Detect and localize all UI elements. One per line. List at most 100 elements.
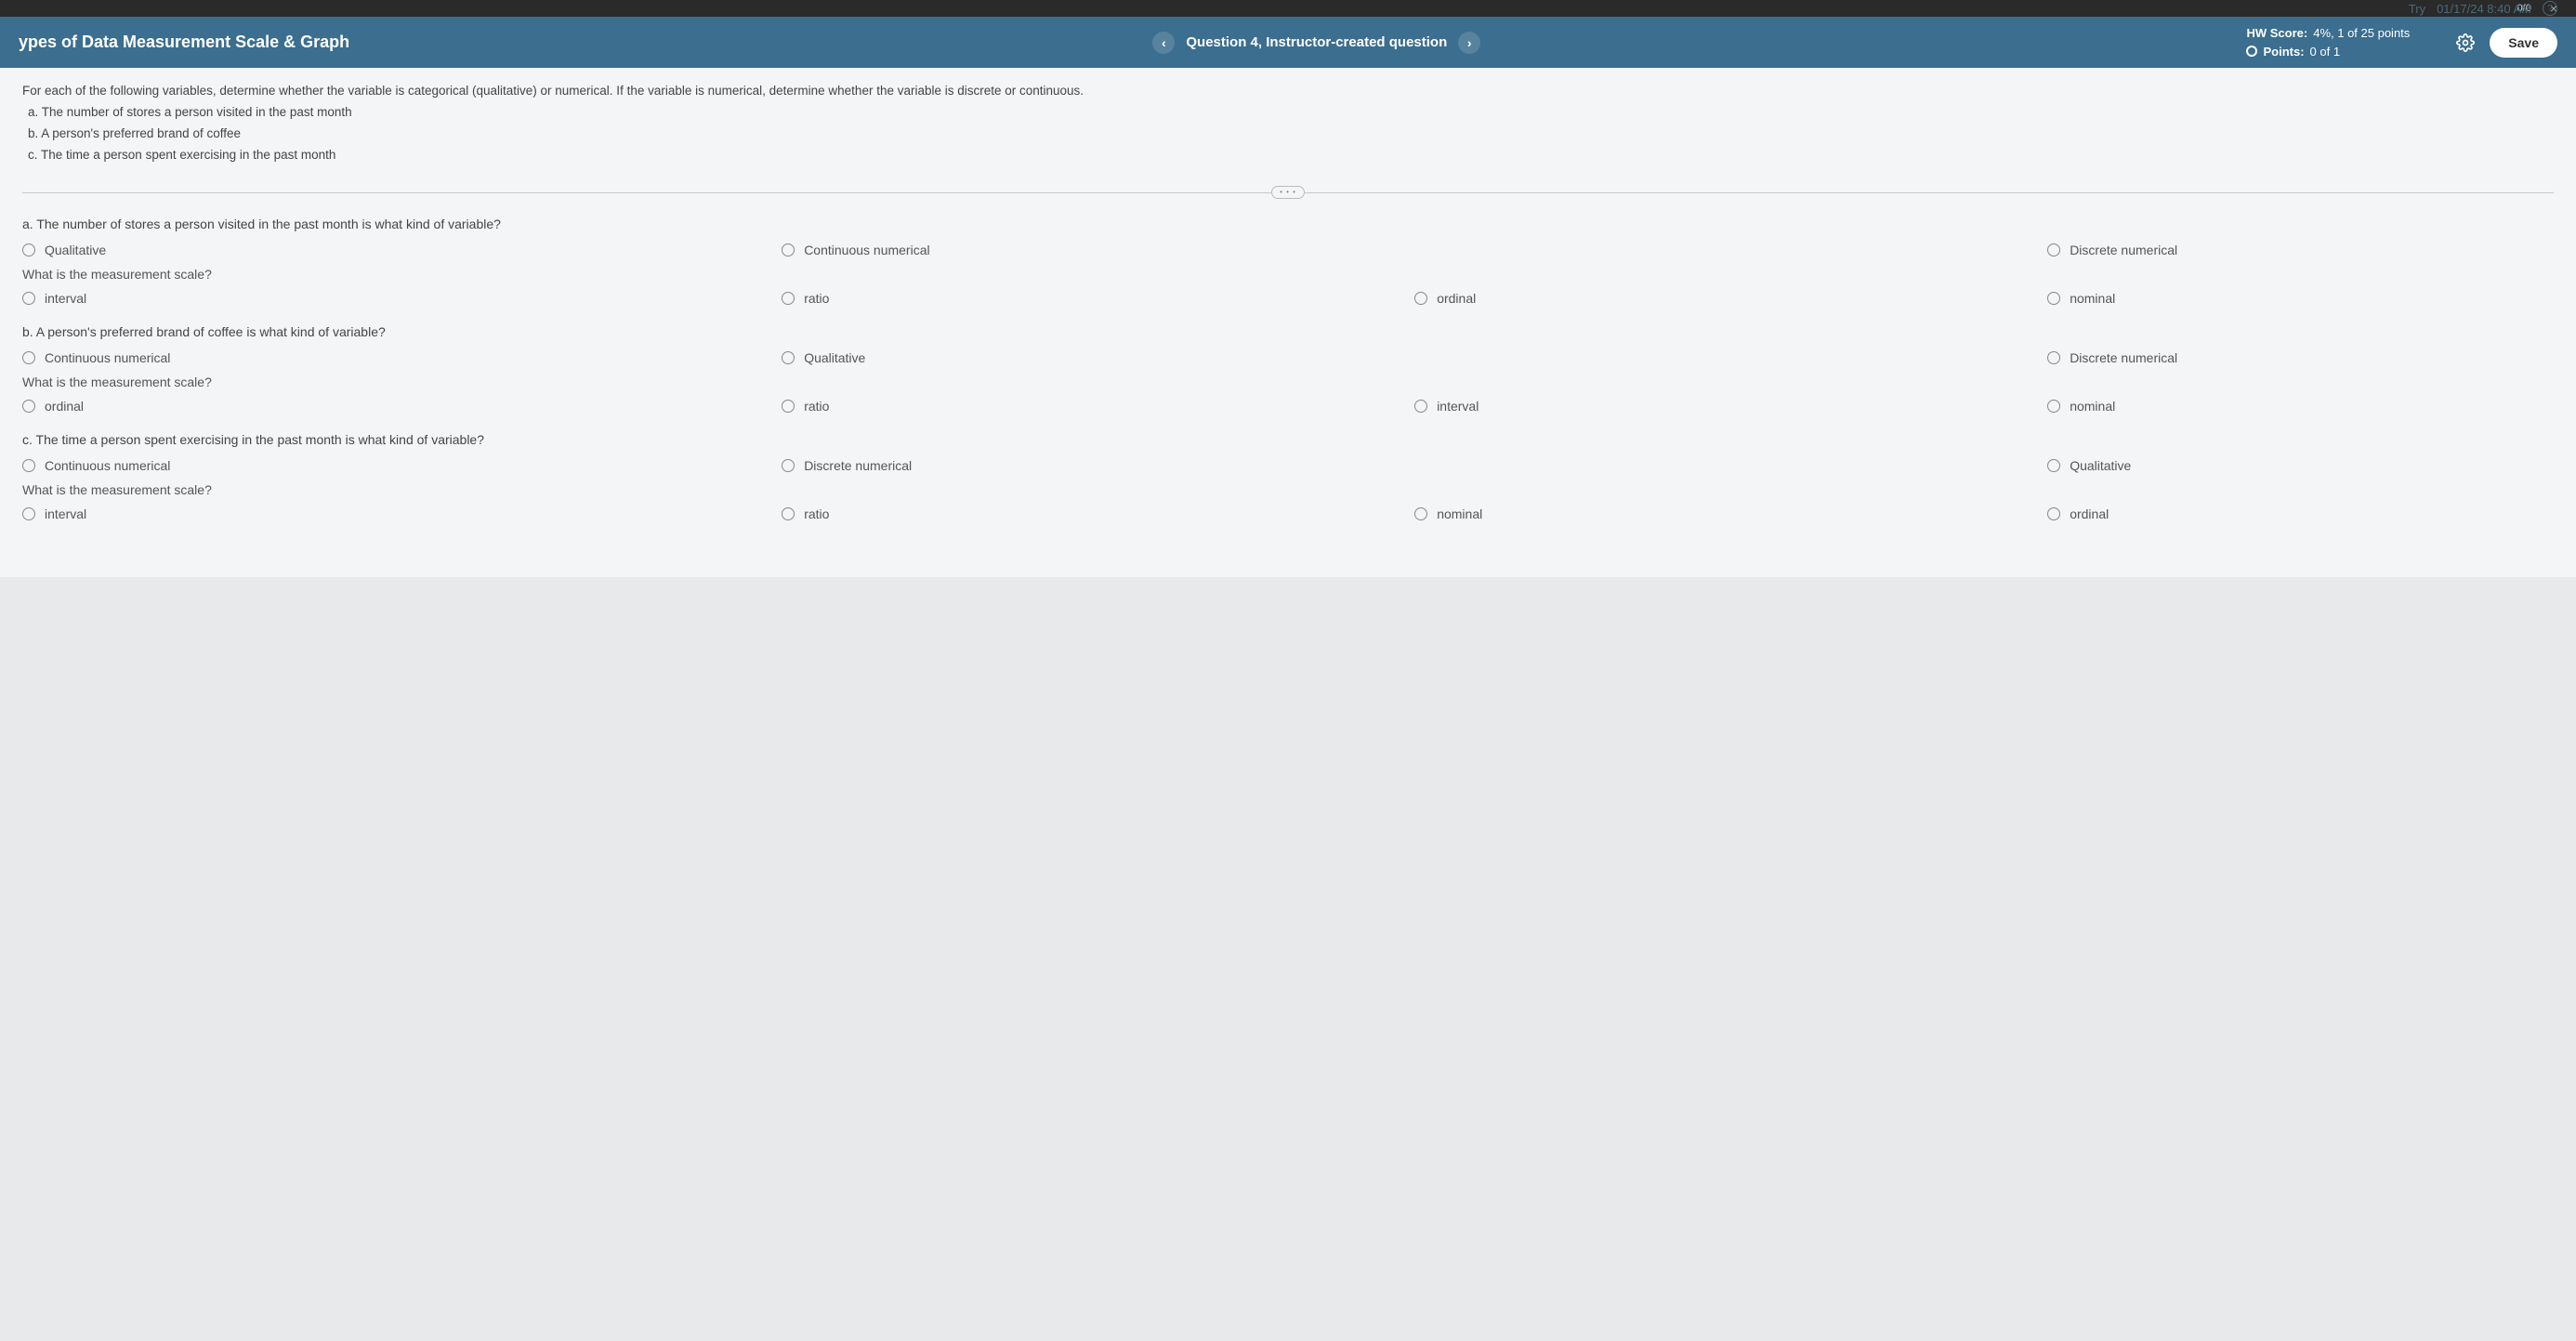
divider-handle[interactable]: • • • — [1271, 186, 1305, 199]
radio-icon — [782, 351, 795, 364]
qb-scale-ordinal[interactable]: ordinal — [22, 399, 782, 414]
instructions-main: For each of the following variables, det… — [22, 81, 2554, 102]
try-label: Try — [2409, 2, 2425, 16]
score-block: HW Score: 4%, 1 of 25 points Points: 0 o… — [2246, 24, 2438, 60]
option-label: interval — [1437, 399, 1479, 414]
radio-icon — [2047, 292, 2060, 305]
qa-opt-continuous[interactable]: Continuous numerical — [782, 243, 1414, 257]
option-label: Discrete numerical — [804, 458, 912, 473]
radio-icon — [782, 292, 795, 305]
question-a: a. The number of stores a person visited… — [22, 217, 2554, 306]
question-c: c. The time a person spent exercising in… — [22, 432, 2554, 521]
option-label: Discrete numerical — [2070, 243, 2177, 257]
radio-icon — [22, 507, 35, 520]
save-button[interactable]: Save — [2490, 28, 2557, 58]
radio-icon — [1414, 292, 1427, 305]
next-question-button[interactable]: › — [1458, 32, 1480, 54]
top-strip: 0/0 × — [0, 0, 2576, 17]
points-value: 0 of 1 — [2310, 43, 2341, 61]
radio-icon — [2047, 351, 2060, 364]
qc-prompt: c. The time a person spent exercising in… — [22, 432, 2554, 447]
qc-opt-continuous[interactable]: Continuous numerical — [22, 458, 782, 473]
option-label: Continuous numerical — [45, 458, 170, 473]
qa-prompt: a. The number of stores a person visited… — [22, 217, 2554, 231]
qc-opt-discrete[interactable]: Discrete numerical — [782, 458, 1414, 473]
option-label: nominal — [2070, 399, 2115, 414]
qb-opt-continuous[interactable]: Continuous numerical — [22, 350, 782, 365]
option-label: ratio — [804, 506, 829, 521]
instructions-c: c. The time a person spent exercising in… — [22, 145, 2554, 166]
option-label: ratio — [804, 399, 829, 414]
radio-icon — [22, 400, 35, 413]
radio-icon — [2047, 400, 2060, 413]
qb-scale-prompt: What is the measurement scale? — [22, 375, 2554, 389]
radio-icon — [782, 243, 795, 256]
qb-opt-qualitative[interactable]: Qualitative — [782, 350, 1414, 365]
qa-opt-discrete[interactable]: Discrete numerical — [2047, 243, 2554, 257]
qb-scale-interval[interactable]: interval — [1414, 399, 2047, 414]
gear-icon[interactable] — [2456, 33, 2475, 52]
qa-scale-nominal[interactable]: nominal — [2047, 291, 2554, 306]
qc-scale-ratio[interactable]: ratio — [782, 506, 1414, 521]
option-label: Continuous numerical — [45, 350, 170, 365]
qc-opt-qualitative[interactable]: Qualitative — [2047, 458, 2554, 473]
radio-icon — [2047, 507, 2060, 520]
option-label: Discrete numerical — [2070, 350, 2177, 365]
divider: • • • — [22, 181, 2554, 204]
qa-scale-prompt: What is the measurement scale? — [22, 267, 2554, 282]
option-label: nominal — [2070, 291, 2115, 306]
points-status-icon — [2246, 46, 2257, 57]
radio-icon — [22, 459, 35, 472]
top-right-meta: Try 01/17/24 8:40 AM ? — [2409, 0, 2557, 17]
qb-prompt: b. A person's preferred brand of coffee … — [22, 324, 2554, 339]
qb-scale-nominal[interactable]: nominal — [2047, 399, 2554, 414]
help-icon[interactable]: ? — [2543, 1, 2557, 16]
question-nav: ‹ Question 4, Instructor-created questio… — [405, 32, 2228, 54]
qc-scale-interval[interactable]: interval — [22, 506, 782, 521]
qc-scale-nominal[interactable]: nominal — [1414, 506, 2047, 521]
option-label: Qualitative — [2070, 458, 2131, 473]
radio-icon — [1414, 400, 1427, 413]
option-label: Qualitative — [804, 350, 865, 365]
qa-scale-ratio[interactable]: ratio — [782, 291, 1414, 306]
header-actions: Save — [2456, 28, 2557, 58]
option-label: Continuous numerical — [804, 243, 929, 257]
qa-opt-qualitative[interactable]: Qualitative — [22, 243, 782, 257]
qa-scale-ordinal[interactable]: ordinal — [1414, 291, 2047, 306]
qc-scale-ordinal[interactable]: ordinal — [2047, 506, 2554, 521]
option-label: Qualitative — [45, 243, 106, 257]
content-area: For each of the following variables, det… — [0, 68, 2576, 577]
points-label: Points: — [2263, 43, 2304, 61]
prev-question-button[interactable]: ‹ — [1152, 32, 1175, 54]
instructions-a: a. The number of stores a person visited… — [22, 102, 2554, 124]
radio-icon — [2047, 243, 2060, 256]
option-label: nominal — [1437, 506, 1482, 521]
qb-scale-ratio[interactable]: ratio — [782, 399, 1414, 414]
hw-score-label: HW Score: — [2246, 24, 2307, 43]
radio-icon — [22, 351, 35, 364]
radio-icon — [782, 400, 795, 413]
qb-opt-discrete[interactable]: Discrete numerical — [2047, 350, 2554, 365]
qc-scale-prompt: What is the measurement scale? — [22, 482, 2554, 497]
radio-icon — [782, 459, 795, 472]
option-label: ordinal — [1437, 291, 1476, 306]
option-label: ratio — [804, 291, 829, 306]
option-label: ordinal — [45, 399, 84, 414]
option-label: interval — [45, 506, 86, 521]
instructions: For each of the following variables, det… — [22, 81, 2554, 181]
qa-scale-interval[interactable]: interval — [22, 291, 782, 306]
instructions-b: b. A person's preferred brand of coffee — [22, 124, 2554, 145]
radio-icon — [1414, 507, 1427, 520]
option-label: ordinal — [2070, 506, 2109, 521]
page-title: ypes of Data Measurement Scale & Graph — [19, 33, 387, 52]
question-label: Question 4, Instructor-created question — [1186, 34, 1447, 50]
option-label: interval — [45, 291, 86, 306]
datetime: 01/17/24 8:40 AM — [2437, 2, 2531, 16]
radio-icon — [2047, 459, 2060, 472]
radio-icon — [22, 292, 35, 305]
question-b: b. A person's preferred brand of coffee … — [22, 324, 2554, 414]
radio-icon — [22, 243, 35, 256]
hw-score-value: 4%, 1 of 25 points — [2313, 24, 2410, 43]
header-bar: ypes of Data Measurement Scale & Graph ‹… — [0, 17, 2576, 68]
radio-icon — [782, 507, 795, 520]
